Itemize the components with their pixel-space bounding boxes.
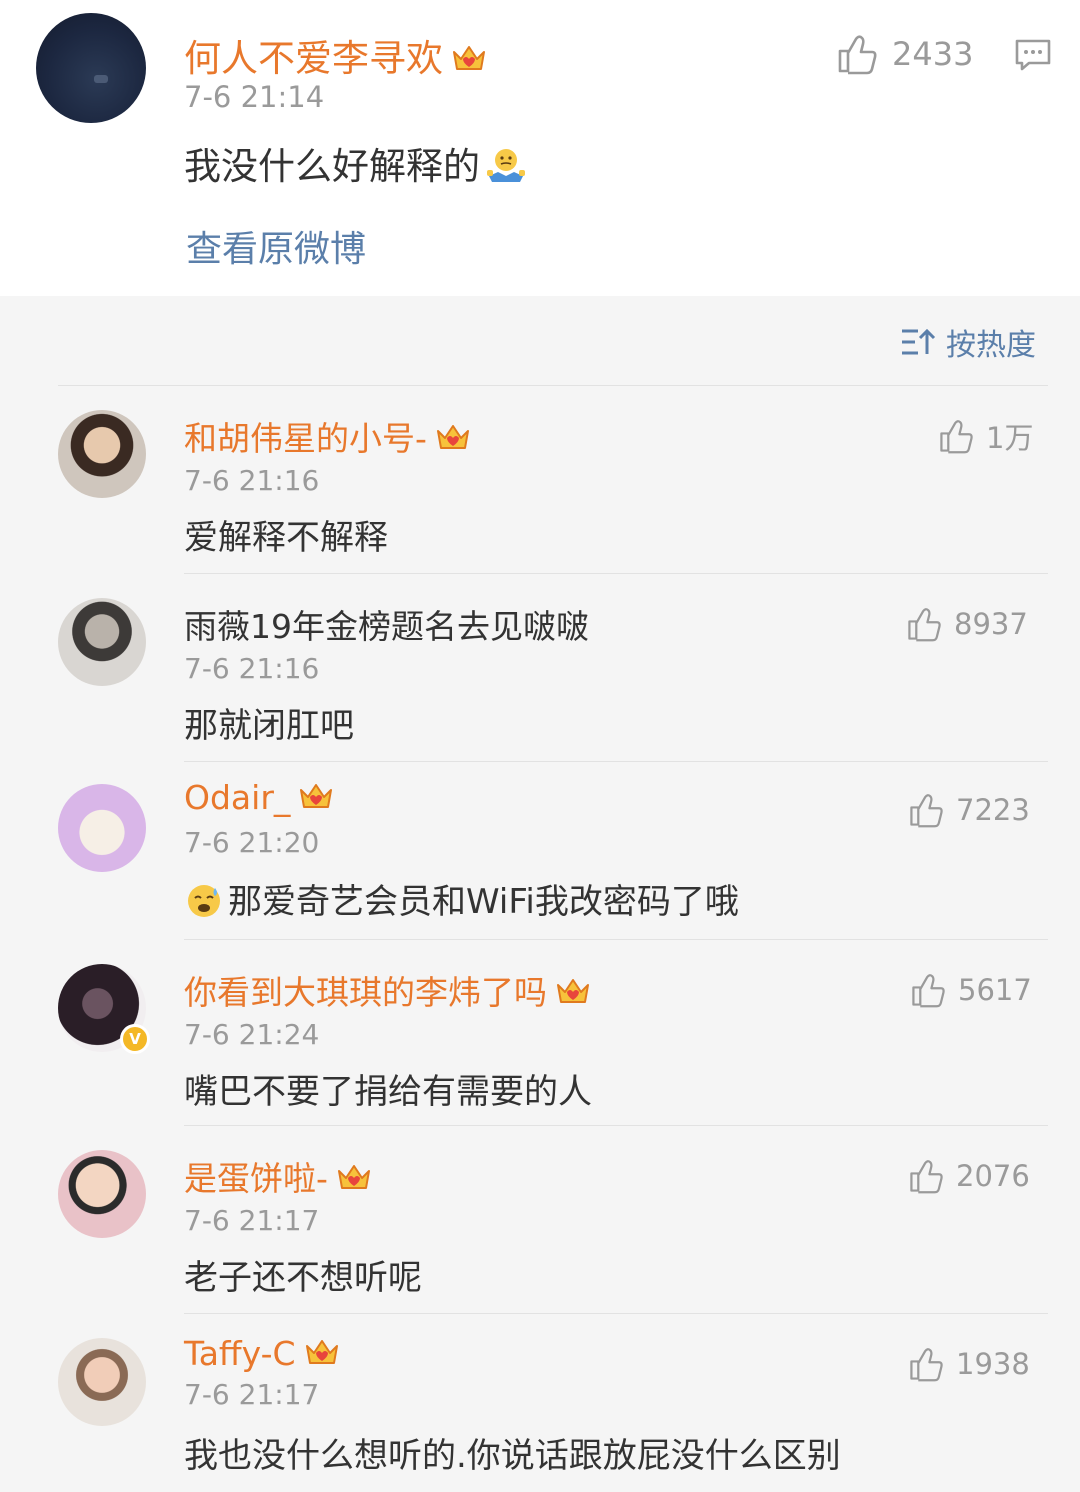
like-button[interactable]: 7223 (908, 790, 1030, 830)
username-text: 你看到大琪琪的李炜了吗 (184, 973, 547, 1012)
username[interactable]: Odair_ (184, 778, 334, 817)
avatar[interactable] (36, 13, 146, 123)
username[interactable]: Taffy-C (184, 1334, 340, 1373)
comment-time: 7-6 21:20 (184, 826, 320, 859)
avatar-detail (94, 75, 108, 83)
like-count: 7223 (956, 793, 1030, 827)
vip-crown-icon (453, 46, 485, 70)
avatar[interactable] (58, 1150, 146, 1238)
vip-crown-icon (300, 784, 333, 808)
sort-label: 按热度 (946, 328, 1036, 363)
comment-time: 7-6 21:17 (184, 1378, 320, 1411)
username-text: Taffy-C (184, 1334, 296, 1373)
like-count: 8937 (954, 607, 1028, 641)
comment-text: 那爱奇艺会员和WiFi我改密码了哦 (184, 874, 739, 923)
vip-crown-icon (305, 1340, 338, 1364)
comment-item: 雨薇19年金榜题名去见啵啵 7-6 21:16 那就闭肛吧 8937 (0, 574, 1080, 762)
like-count: 1万 (986, 421, 1034, 455)
username-text: 雨薇19年金榜题名去见啵啵 (184, 607, 589, 646)
view-original-post-link[interactable]: 查看原微博 (186, 220, 366, 272)
comment-text-content: 我没什么好解释的 (184, 145, 480, 188)
comment-item: Taffy-C 7-6 21:17 我也没什么想听的.你说话跟放屁没什么区别 1… (0, 1314, 1080, 1492)
comment-text: 那就闭肛吧 (184, 706, 354, 746)
comment-text: 爱解释不解释 (184, 518, 388, 558)
comment-item: Odair_ 7-6 21:20 那爱奇艺会员和WiFi我改密码了哦 7223 (0, 762, 1080, 940)
like-button[interactable]: 5617 (910, 970, 1032, 1010)
like-button[interactable]: 1938 (908, 1344, 1030, 1384)
comment-time: 7-6 21:17 (184, 1204, 320, 1237)
like-count: 2433 (892, 35, 974, 73)
comment-text: 嘴巴不要了捐给有需要的人 (184, 1072, 592, 1112)
vip-crown-icon (557, 979, 589, 1003)
comment-item: 和胡伟星的小号- 7-6 21:16 爱解释不解释 1万 (0, 386, 1080, 574)
thumbs-up-icon (838, 35, 877, 75)
thumbs-up-icon (910, 794, 943, 828)
username-text: 是蛋饼啦- (184, 1159, 328, 1198)
thumbs-up-icon (908, 608, 941, 642)
like-button[interactable]: 8937 (906, 604, 1028, 644)
username[interactable]: 是蛋饼啦- (184, 1152, 372, 1200)
like-button[interactable]: 2433 (836, 32, 973, 76)
weibo-comments-page: 何人不爱李寻欢 7-6 21:14 我没什么好解释的 查看原微博 2433 按热… (0, 0, 1080, 1492)
comment-time: 7-6 21:16 (184, 464, 320, 497)
username-text: 何人不爱李寻欢 (184, 37, 443, 80)
comment-text: 我没什么好解释的 (184, 136, 526, 190)
vip-crown-icon (337, 1165, 370, 1189)
thumbs-up-icon (910, 1160, 943, 1194)
thumbs-up-icon (940, 420, 973, 454)
sort-by-hot-button[interactable]: 按热度 (900, 322, 1036, 363)
comment-time: 7-6 21:24 (184, 1018, 320, 1051)
comment-item: V 你看到大琪琪的李炜了吗 7-6 21:24 嘴巴不要了捐给有需要的人 561… (0, 940, 1080, 1126)
thumbs-up-icon (910, 1348, 943, 1382)
comment-time: 7-6 21:16 (184, 652, 320, 685)
thumbs-up-icon (912, 974, 945, 1008)
cold-sweat-emoji-icon (188, 885, 220, 917)
username[interactable]: 何人不爱李寻欢 (184, 28, 487, 82)
avatar[interactable] (58, 410, 146, 498)
original-comment-card: 何人不爱李寻欢 7-6 21:14 我没什么好解释的 查看原微博 2433 (0, 0, 1080, 296)
avatar[interactable] (58, 598, 146, 686)
like-count: 1938 (956, 1347, 1030, 1381)
username-text: 和胡伟星的小号- (184, 419, 427, 458)
shrug-emoji-icon (487, 149, 525, 182)
comment-text: 我也没什么想听的.你说话跟放屁没什么区别 (184, 1436, 841, 1476)
comment-text-content: 那爱奇艺会员和WiFi我改密码了哦 (228, 882, 739, 922)
comment-item: 是蛋饼啦- 7-6 21:17 老子还不想听呢 2076 (0, 1126, 1080, 1314)
username-text: Odair_ (184, 778, 291, 817)
like-count: 5617 (958, 973, 1032, 1007)
username[interactable]: 你看到大琪琪的李炜了吗 (184, 966, 591, 1014)
username[interactable]: 和胡伟星的小号- (184, 412, 471, 460)
like-count: 2076 (956, 1159, 1030, 1193)
username[interactable]: 雨薇19年金榜题名去见啵啵 (184, 600, 589, 648)
like-button[interactable]: 1万 (938, 416, 1033, 456)
comment-text: 老子还不想听呢 (184, 1258, 422, 1298)
like-button[interactable]: 2076 (908, 1156, 1030, 1196)
avatar[interactable] (58, 784, 146, 872)
verified-badge-icon: V (120, 1024, 150, 1054)
reply-comment-icon[interactable] (1014, 38, 1052, 72)
sort-icon (902, 328, 936, 355)
comment-time: 7-6 21:14 (184, 80, 325, 114)
vip-crown-icon (436, 425, 469, 449)
avatar[interactable] (58, 1338, 146, 1426)
